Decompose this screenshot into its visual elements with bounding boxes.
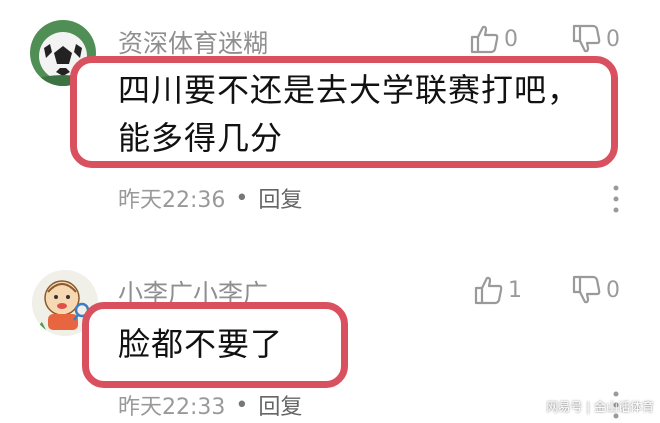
watermark: 网易号 | 金山话体育 [546, 400, 654, 414]
separator-dot: • [235, 392, 249, 418]
like-count: 1 [508, 277, 522, 303]
dislike-count: 0 [606, 277, 620, 303]
thumbs-down-icon [572, 275, 601, 304]
comment-content: 脸都不要了 [118, 325, 284, 363]
dislike-button[interactable]: 0 [572, 275, 620, 305]
thumbs-up-icon [474, 276, 503, 305]
reply-button[interactable]: 回复 [258, 389, 302, 421]
comment-time: 昨天22:33 [118, 395, 226, 420]
comment-meta: 昨天22:33 • 回复 [118, 389, 302, 421]
comment-item: 小李广小李广 1 0 脸都不要了 昨天22:33 • 回复 [0, 0, 660, 423]
like-button[interactable]: 1 [474, 275, 522, 305]
